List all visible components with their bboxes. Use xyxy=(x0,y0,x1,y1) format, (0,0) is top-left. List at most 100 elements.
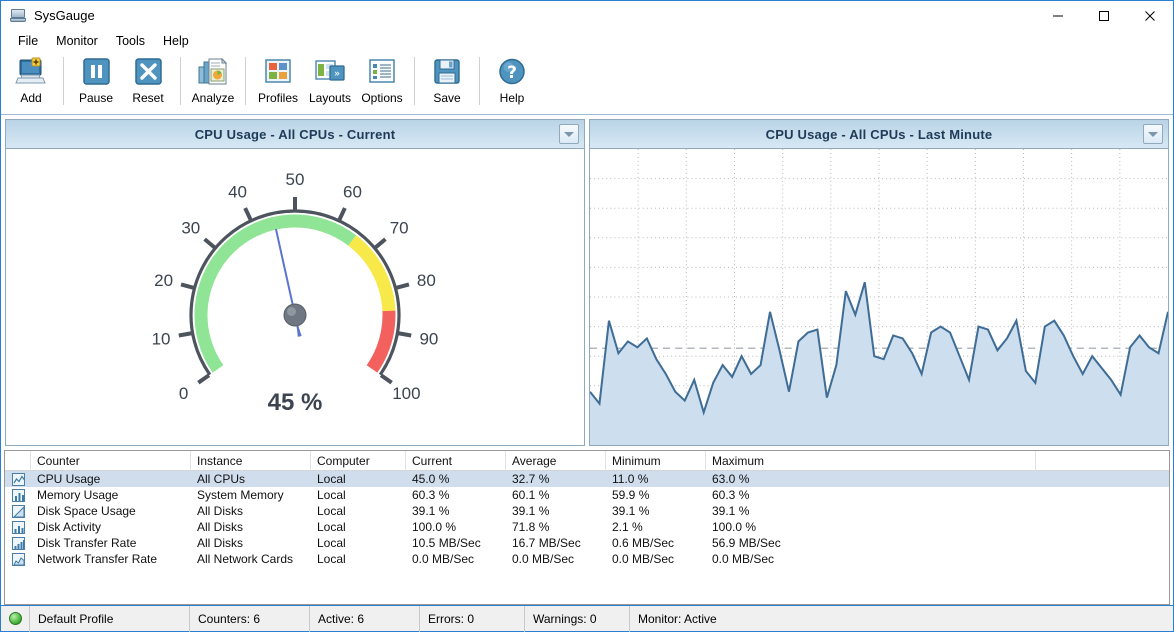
table-cell-instance: All Disks xyxy=(197,536,244,550)
gauge-panel-header: CPU Usage - All CPUs - Current xyxy=(6,120,584,149)
app-gauge-icon xyxy=(10,8,26,24)
pause-icon xyxy=(79,56,113,88)
svg-text:50: 50 xyxy=(286,170,305,189)
chart-panel-dropdown-button[interactable] xyxy=(1143,124,1163,144)
analyze-button[interactable]: Analyze xyxy=(187,52,239,110)
svg-text:0: 0 xyxy=(179,384,188,403)
table-column-header-current[interactable]: Current xyxy=(406,451,506,471)
table-cell-average: 39.1 % xyxy=(512,504,550,518)
table-cell-average: 71.8 % xyxy=(512,520,550,534)
analyze-report-icon xyxy=(196,56,230,88)
help-button[interactable]: ? Help xyxy=(486,52,538,110)
save-button[interactable]: Save xyxy=(421,52,473,110)
pause-label: Pause xyxy=(78,91,114,105)
status-warnings: Warnings: 0 xyxy=(524,605,629,632)
options-list-icon xyxy=(365,56,399,88)
line-chart-icon xyxy=(5,472,31,486)
menu-item-tools[interactable]: Tools xyxy=(107,32,154,50)
application-window: SysGauge File Monitor Tools Help Add Pau… xyxy=(0,0,1174,632)
table-cell-current: 39.1 % xyxy=(412,504,450,518)
svg-text:70: 70 xyxy=(390,218,409,237)
menu-item-file[interactable]: File xyxy=(9,32,47,50)
status-bar: Default Profile Counters: 6 Active: 6 Er… xyxy=(1,605,1173,632)
close-icon[interactable] xyxy=(1127,1,1173,30)
chart-panel: CPU Usage - All CPUs - Last Minute xyxy=(589,119,1169,446)
table-cell-counter: Disk Activity xyxy=(37,520,102,534)
svg-text:60: 60 xyxy=(343,182,362,201)
table-header-icon-spacer xyxy=(5,451,31,471)
table-row[interactable]: Memory Usage System Memory Local 60.3 % 60.1… xyxy=(5,487,1169,503)
table-cell-current: 60.3 % xyxy=(412,488,450,502)
table-cell-average: 32.7 % xyxy=(512,472,550,486)
status-led-container xyxy=(1,612,29,625)
table-cell-maximum: 100.0 % xyxy=(712,520,757,534)
reset-button[interactable]: Reset xyxy=(122,52,174,110)
table-row[interactable]: Disk Space Usage All Disks Local 39.1 % 39.1… xyxy=(5,503,1169,519)
pause-button[interactable]: Pause xyxy=(70,52,122,110)
menu-item-monitor[interactable]: Monitor xyxy=(47,32,107,50)
table-column-header-counter[interactable]: Counter xyxy=(31,451,191,471)
chart-panel-body xyxy=(590,149,1168,445)
table-cell-counter: CPU Usage xyxy=(37,472,101,486)
help-question-icon: ? xyxy=(495,56,529,88)
table-row[interactable]: Disk Transfer Rate All Disks Local 10.5 MB/… xyxy=(5,535,1169,551)
table-row[interactable]: CPU Usage All CPUs Local 45.0 % 32.7 % 11.0 %… xyxy=(5,471,1169,487)
table-cell-current: 45.0 % xyxy=(412,472,450,486)
counters-table: Counter Instance Computer Current Average Min… xyxy=(4,450,1170,605)
table-cell-counter: Memory Usage xyxy=(37,488,119,502)
table-cell-computer: Local xyxy=(317,520,346,534)
table-cell-counter: Disk Space Usage xyxy=(37,504,136,518)
window-title: SysGauge xyxy=(34,8,95,23)
table-cell-minimum: 2.1 % xyxy=(612,520,643,534)
table-cell-average: 0.0 MB/Sec xyxy=(512,552,575,566)
svg-text:40: 40 xyxy=(228,182,247,201)
table-row[interactable]: Disk Activity All Disks Local 100.0 % 71.8 %… xyxy=(5,519,1169,535)
gauge-panel: CPU Usage - All CPUs - Current 0 10 20 30 40… xyxy=(5,119,585,446)
svg-text:?: ? xyxy=(507,63,517,83)
options-button[interactable]: Options xyxy=(356,52,408,110)
minimize-icon[interactable] xyxy=(1035,1,1081,30)
svg-text:10: 10 xyxy=(152,329,171,348)
table-cell-instance: All Disks xyxy=(197,504,244,518)
table-cell-maximum: 39.1 % xyxy=(712,504,750,518)
svg-text:90: 90 xyxy=(419,329,438,348)
gauge-panel-title: CPU Usage - All CPUs - Current xyxy=(194,126,396,142)
table-cell-average: 16.7 MB/Sec xyxy=(512,536,581,550)
table-header-row: Counter Instance Computer Current Average Min… xyxy=(5,451,1169,471)
bar-chart-icon xyxy=(5,488,31,502)
table-row[interactable]: Network Transfer Rate All Network Cards Lo… xyxy=(5,551,1169,567)
profiles-button[interactable]: Profiles xyxy=(252,52,304,110)
maximize-icon[interactable] xyxy=(1081,1,1127,30)
toolbar-separator xyxy=(180,57,181,105)
table-cell-maximum: 56.9 MB/Sec xyxy=(712,536,781,550)
table-column-header-instance[interactable]: Instance xyxy=(191,451,311,471)
panels-row: CPU Usage - All CPUs - Current 0 10 20 30 40… xyxy=(1,115,1173,450)
add-label: Add xyxy=(20,91,42,105)
reset-label: Reset xyxy=(132,91,164,105)
chevron-down-icon xyxy=(564,131,574,137)
gauge-value-label: 45 % xyxy=(268,389,323,416)
save-floppy-icon xyxy=(430,56,464,88)
svg-text:80: 80 xyxy=(417,270,436,289)
chart-panel-header: CPU Usage - All CPUs - Last Minute xyxy=(590,120,1168,149)
table-cell-instance: All Network Cards xyxy=(197,552,294,566)
table-column-header-computer[interactable]: Computer xyxy=(311,451,406,471)
options-label: Options xyxy=(361,91,403,105)
layouts-button[interactable]: » Layouts xyxy=(304,52,356,110)
table-cell-average: 60.1 % xyxy=(512,488,550,502)
status-led-green xyxy=(8,612,22,625)
cpu-history-chart xyxy=(590,149,1168,445)
table-column-header-minimum[interactable]: Minimum xyxy=(606,451,706,471)
table-cell-counter: Network Transfer Rate xyxy=(37,552,158,566)
area-chart-icon xyxy=(5,504,31,518)
table-column-header-average[interactable]: Average xyxy=(506,451,606,471)
table-column-header-maximum[interactable]: Maximum xyxy=(706,451,1036,471)
add-button[interactable]: Add xyxy=(5,52,57,110)
table-cell-maximum: 60.3 % xyxy=(712,488,750,502)
gauge-container: 0 10 20 30 40 50 60 70 80 90 100 45 % xyxy=(6,149,584,445)
menu-item-help[interactable]: Help xyxy=(154,32,198,50)
svg-text:30: 30 xyxy=(181,218,200,237)
gauge-panel-dropdown-button[interactable] xyxy=(559,124,579,144)
toolbar-separator xyxy=(63,57,64,105)
table-cell-minimum: 59.9 % xyxy=(612,488,650,502)
